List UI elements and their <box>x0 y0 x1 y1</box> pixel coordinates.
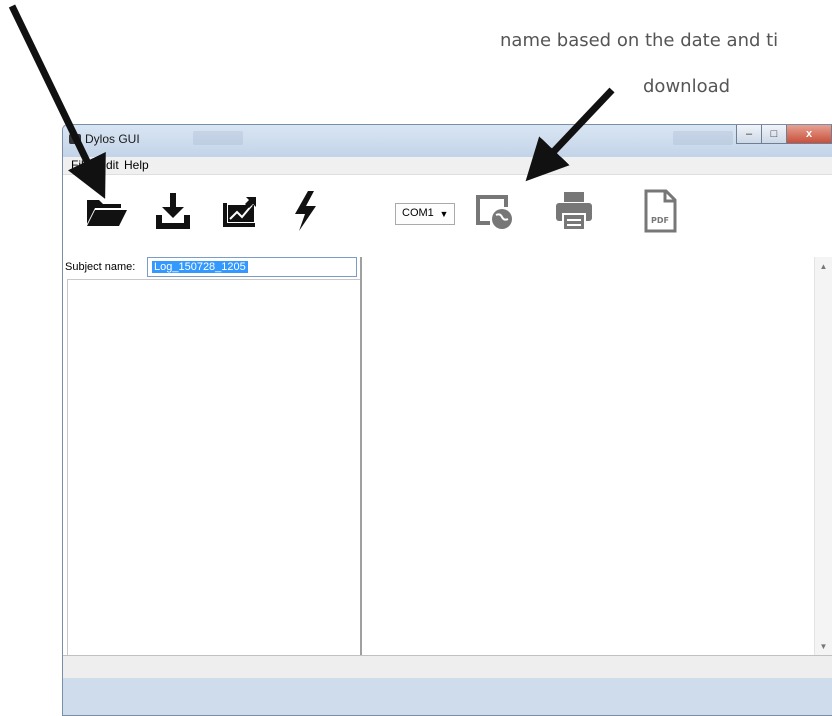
menu-file[interactable]: File <box>71 158 90 172</box>
subject-name-label: Subject name: <box>65 261 136 273</box>
menu-edit[interactable]: Edit <box>98 158 119 172</box>
minimize-button[interactable]: – <box>736 125 762 144</box>
scroll-up-icon[interactable]: ▲ <box>815 259 832 275</box>
vertical-scrollbar[interactable]: ▲ ▼ <box>814 257 832 655</box>
connect-button[interactable] <box>281 187 329 235</box>
download-icon <box>156 193 190 229</box>
web-upload-button[interactable] <box>469 187 517 235</box>
app-icon <box>69 134 81 144</box>
minimize-icon: – <box>745 127 753 140</box>
title-bar: Dylos GUI – □ x <box>63 125 832 157</box>
subject-name-input[interactable]: Log_150728_1205 <box>147 257 357 277</box>
open-file-button[interactable] <box>83 187 131 235</box>
left-panel: Subject name: Log_150728_1205 <box>63 257 361 655</box>
annotation-text-line2: download <box>643 76 731 97</box>
maximize-icon: □ <box>770 127 778 140</box>
toolbar: COM1 ▼ PDF <box>63 175 832 257</box>
app-window: Dylos GUI – □ x File Edit Help COM1 ▼ PD… <box>62 124 832 716</box>
maximize-button[interactable]: □ <box>761 125 787 144</box>
annotation-text-line1: name based on the date and ti <box>500 30 779 51</box>
web-upload-icon <box>476 195 512 229</box>
pdf-icon: PDF <box>644 189 677 233</box>
titlebar-blur <box>673 131 733 145</box>
status-bar <box>63 655 832 678</box>
download-button[interactable] <box>149 187 197 235</box>
log-list[interactable] <box>67 279 360 655</box>
close-icon: x <box>805 127 813 140</box>
chevron-down-icon: ▼ <box>439 209 449 219</box>
menu-bar: File Edit Help <box>63 157 832 175</box>
lightning-icon <box>295 191 316 231</box>
close-button[interactable]: x <box>786 125 832 144</box>
port-select-value: COM1 <box>402 207 434 219</box>
subject-name-value: Log_150728_1205 <box>152 261 248 273</box>
chart-button[interactable] <box>215 187 263 235</box>
print-icon <box>556 192 592 231</box>
scroll-down-icon[interactable]: ▼ <box>815 639 832 655</box>
port-select[interactable]: COM1 ▼ <box>395 203 455 225</box>
titlebar-blur <box>193 131 243 145</box>
print-button[interactable] <box>550 187 598 235</box>
output-panel[interactable]: ▲ ▼ <box>361 257 832 655</box>
folder-open-icon <box>87 200 127 226</box>
menu-help[interactable]: Help <box>124 158 149 172</box>
window-title: Dylos GUI <box>85 132 140 146</box>
pdf-icon-label: PDF <box>651 216 669 225</box>
chart-trend-icon <box>223 197 256 227</box>
pdf-export-button[interactable]: PDF <box>636 187 684 235</box>
